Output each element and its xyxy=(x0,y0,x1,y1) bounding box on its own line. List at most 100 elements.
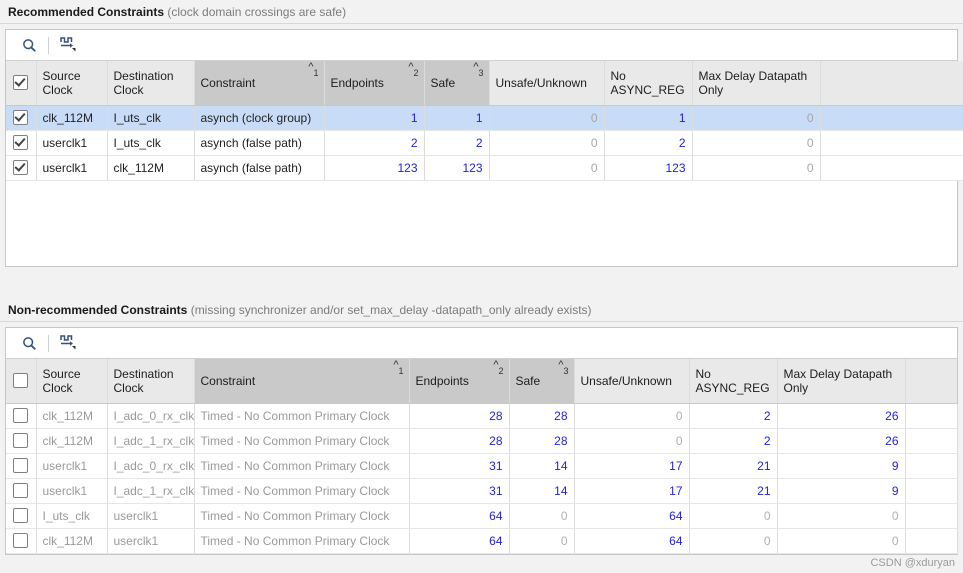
column-header-label: Destination Clock xyxy=(113,68,174,97)
column-header-endpoints[interactable]: Endpoints ^ 2 xyxy=(324,61,425,106)
column-header-safe[interactable]: Safe ^ 3 xyxy=(509,359,575,404)
row-filler xyxy=(820,155,963,181)
row-checkbox[interactable] xyxy=(6,105,37,131)
cell-destination: I_adc_0_rx_clk xyxy=(107,453,195,479)
search-icon[interactable] xyxy=(16,331,42,355)
column-header-no-async-reg[interactable]: No ASYNC_REG xyxy=(604,61,693,106)
cell-no-async-reg: 123 xyxy=(604,155,693,181)
cell-safe: 123 xyxy=(424,155,490,181)
clock-waveform-icon[interactable] xyxy=(55,331,81,355)
cell-source: userclk1 xyxy=(36,155,108,181)
cell-endpoints: 31 xyxy=(409,453,510,479)
row-checkbox[interactable] xyxy=(6,528,37,554)
column-header-max-delay-datapath-only[interactable]: Max Delay Datapath Only xyxy=(777,359,906,404)
column-header-label: Max Delay Datapath Only xyxy=(698,68,808,97)
row-checkbox[interactable] xyxy=(6,503,37,529)
cell-destination: userclk1 xyxy=(107,503,195,529)
cell-no-async-reg: 21 xyxy=(689,453,778,479)
cell-constraint: asynch (clock group) xyxy=(194,105,325,131)
cell-constraint: Timed - No Common Primary Clock xyxy=(194,503,410,529)
cell-source: clk_112M xyxy=(36,528,108,554)
row-filler xyxy=(905,453,958,479)
search-icon[interactable] xyxy=(16,33,42,57)
column-header-constraint[interactable]: Constraint ^ 1 xyxy=(194,359,410,404)
sort-indicator: ^ 3 xyxy=(558,360,568,377)
cell-safe: 1 xyxy=(424,105,490,131)
cell-safe: 0 xyxy=(509,503,575,529)
sort-order-index: 3 xyxy=(563,366,569,376)
cell-max-delay: 9 xyxy=(777,478,906,504)
column-header-max-delay-datapath-only[interactable]: Max Delay Datapath Only xyxy=(692,61,821,106)
cell-destination: I_uts_clk xyxy=(107,130,195,156)
column-header-destination-clock[interactable]: Destination Clock xyxy=(107,61,195,106)
cell-unsafe: 17 xyxy=(574,478,690,504)
cell-max-delay: 9 xyxy=(777,453,906,479)
column-header-source-clock[interactable]: Source Clock xyxy=(36,359,108,404)
cell-max-delay: 0 xyxy=(777,503,906,529)
cell-max-delay: 26 xyxy=(777,428,906,454)
table-row[interactable]: clk_112M userclk1 Timed - No Common Primar… xyxy=(6,528,958,554)
cell-destination: userclk1 xyxy=(107,528,195,554)
cell-safe: 14 xyxy=(509,453,575,479)
column-header-label: No ASYNC_REG xyxy=(695,366,770,395)
watermark: CSDN @xduryan xyxy=(870,557,955,569)
cell-destination: I_uts_clk xyxy=(107,105,195,131)
section-title-strong: Recommended Constraints xyxy=(8,5,165,19)
column-header-source-clock[interactable]: Source Clock xyxy=(36,61,108,106)
row-checkbox[interactable] xyxy=(6,403,37,429)
constraints-section-2: Non-recommended Constraints (missing syn… xyxy=(0,298,963,555)
cell-unsafe: 0 xyxy=(489,130,605,156)
select-all-checkbox[interactable] xyxy=(6,359,37,404)
cell-source: clk_112M xyxy=(36,403,108,429)
cell-source: userclk1 xyxy=(36,130,108,156)
sort-indicator: ^ 2 xyxy=(493,360,503,377)
table-row[interactable]: I_uts_clk userclk1 Timed - No Common Prima… xyxy=(6,503,958,529)
column-header-destination-clock[interactable]: Destination Clock xyxy=(107,359,195,404)
column-header-safe[interactable]: Safe ^ 3 xyxy=(424,61,490,106)
column-header-label: Unsafe/Unknown xyxy=(580,373,672,388)
sort-order-index: 2 xyxy=(413,68,419,78)
column-header-label: Endpoints xyxy=(415,373,469,388)
table-row[interactable]: userclk1 I_uts_clk asynch (false path) 2 2 0 2… xyxy=(6,130,963,156)
section-title-note: (missing synchronizer and/or set_max_del… xyxy=(187,303,592,317)
cell-no-async-reg: 2 xyxy=(689,428,778,454)
sort-indicator: ^ 3 xyxy=(473,62,483,79)
table-row[interactable]: clk_112M I_uts_clk asynch (clock group) 1 1 0… xyxy=(6,105,963,131)
section-title-strong: Non-recommended Constraints xyxy=(8,303,188,317)
column-header-unsafe-unknown[interactable]: Unsafe/Unknown xyxy=(574,359,690,404)
row-checkbox[interactable] xyxy=(6,130,37,156)
row-filler xyxy=(820,130,963,156)
column-header-label: Max Delay Datapath Only xyxy=(783,366,893,395)
clock-waveform-icon[interactable] xyxy=(55,33,81,57)
section-title: Recommended Constraints (clock domain cr… xyxy=(0,0,963,24)
column-header-no-async-reg[interactable]: No ASYNC_REG xyxy=(689,359,778,404)
toolbar-divider xyxy=(48,334,49,352)
column-header-unsafe-unknown[interactable]: Unsafe/Unknown xyxy=(489,61,605,106)
cell-max-delay: 0 xyxy=(692,105,821,131)
row-checkbox[interactable] xyxy=(6,478,37,504)
table-row[interactable]: clk_112M I_adc_1_rx_clk Timed - No Common … xyxy=(6,428,958,454)
table-row[interactable]: clk_112M I_adc_0_rx_clk Timed - No Common … xyxy=(6,403,958,429)
constraints-section-1: Recommended Constraints (clock domain cr… xyxy=(0,0,963,267)
column-header-label: Destination Clock xyxy=(113,366,174,395)
cell-no-async-reg: 21 xyxy=(689,478,778,504)
cell-destination: I_adc_1_rx_clk xyxy=(107,428,195,454)
cell-constraint: asynch (false path) xyxy=(194,130,325,156)
table-row[interactable]: userclk1 clk_112M asynch (false path) 123 12… xyxy=(6,155,963,181)
cell-endpoints: 28 xyxy=(409,403,510,429)
sort-indicator: ^ 1 xyxy=(308,62,318,79)
row-checkbox[interactable] xyxy=(6,453,37,479)
column-header-label: Source Clock xyxy=(42,366,81,395)
table-row[interactable]: userclk1 I_adc_1_rx_clk Timed - No Common … xyxy=(6,478,958,504)
column-header-label: Constraint xyxy=(200,75,256,90)
cell-no-async-reg: 0 xyxy=(689,528,778,554)
select-all-checkbox[interactable] xyxy=(6,61,37,106)
table-row[interactable]: userclk1 I_adc_0_rx_clk Timed - No Common … xyxy=(6,453,958,479)
toolbar-divider xyxy=(48,36,49,54)
column-header-endpoints[interactable]: Endpoints ^ 2 xyxy=(409,359,510,404)
row-checkbox[interactable] xyxy=(6,428,37,454)
section-title-note: (clock domain crossings are safe) xyxy=(164,5,347,19)
cell-source: I_uts_clk xyxy=(36,503,108,529)
row-checkbox[interactable] xyxy=(6,155,37,181)
column-header-constraint[interactable]: Constraint ^ 1 xyxy=(194,61,325,106)
